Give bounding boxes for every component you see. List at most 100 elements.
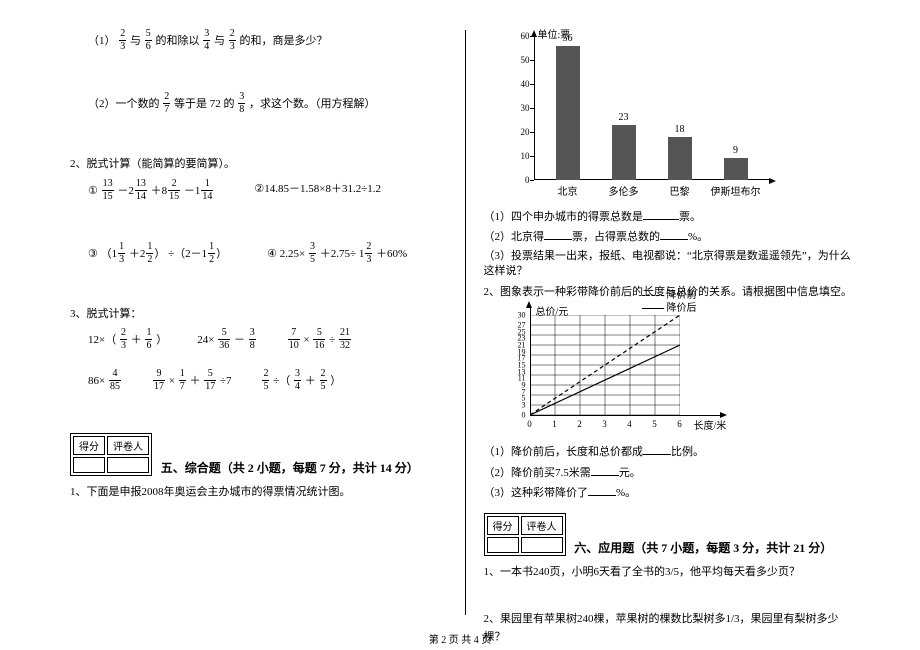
- t: ＋2.75÷: [320, 248, 356, 260]
- section5-header: 得分评卷人 五、综合题（共 2 小题，每题 7 分，共计 14 分）: [70, 433, 447, 476]
- p2-expr4: ④ 2.25× 35 ＋2.75÷ 123 ＋60%: [267, 243, 407, 266]
- score-h1: 得分: [73, 436, 105, 455]
- bc-tick: [530, 108, 534, 109]
- blank[interactable]: [591, 464, 619, 476]
- page-footer: 第 2 页 共 4 页: [0, 631, 920, 646]
- left-column: （1） 23 与 56 的和除以 34 与 23 的和，商是多少？ （2）一个数…: [60, 30, 465, 615]
- q2-3: （3）这种彩带降价了%。: [484, 484, 861, 503]
- t: －: [234, 334, 245, 346]
- bc-category: 巴黎: [654, 183, 706, 198]
- lc-xtick: 2: [577, 419, 582, 429]
- legend-after: 降价后: [667, 303, 697, 314]
- t: （1）降价前后，长度和总价都成: [484, 446, 644, 458]
- lc-ytick: 0: [522, 411, 526, 420]
- t: ×: [303, 334, 309, 346]
- blank[interactable]: [643, 208, 679, 220]
- section6-header: 得分评卷人 六、应用题（共 7 小题，每题 3 分，共计 21 分）: [484, 513, 861, 556]
- blank[interactable]: [660, 228, 688, 240]
- y-axis: [534, 36, 535, 180]
- lc-xlabel: 长度/米: [694, 417, 727, 432]
- t: 2.25×: [280, 248, 305, 260]
- blank[interactable]: [588, 484, 616, 496]
- score-cell[interactable]: [487, 537, 519, 553]
- section5-title: 五、综合题（共 2 小题，每题 7 分，共计 14 分）: [161, 461, 419, 475]
- t: （3）这种彩带降价了: [484, 487, 589, 499]
- p3-row1: 12×（ 23 ＋ 16 ） 24× 536 － 38 710 × 516 ÷ …: [70, 329, 447, 352]
- sec5-q1: 1、下面是申报2008年奥运会主办城市的得票情况统计图。: [70, 484, 447, 502]
- bc-bar: [724, 158, 748, 180]
- legend: 降价前 降价后: [642, 289, 697, 315]
- score-h2: 评卷人: [107, 436, 149, 455]
- p2-expr2: ②14.85－1.58×8＋31.2÷1.2: [254, 180, 381, 203]
- grader-cell[interactable]: [107, 457, 149, 473]
- sec6-q1: 1、一本书240页，小明6天看了全书的3/5，他平均每天看多少页？: [484, 564, 861, 582]
- text: ，求这个数。（用方程解）: [249, 98, 376, 110]
- scorebox: 得分评卷人: [484, 513, 566, 556]
- scorebox: 得分评卷人: [70, 433, 152, 476]
- p3-e2: 24× 536 － 38: [197, 329, 256, 352]
- text: 的和，商是多少？: [240, 35, 328, 47]
- lc-svg: [530, 315, 680, 415]
- fraction: 1314: [135, 179, 147, 202]
- bc-bar: [612, 125, 636, 180]
- blank[interactable]: [643, 443, 671, 455]
- lc-xtick: 5: [652, 419, 657, 429]
- q2-2: （2）降价前买7.5米需元。: [484, 464, 861, 481]
- fraction: 517: [204, 369, 216, 392]
- t: ）: [330, 375, 341, 387]
- fraction: 710: [288, 328, 300, 351]
- bc-bar-value: 23: [612, 112, 636, 123]
- lc-xtick: 3: [602, 419, 607, 429]
- score-cell[interactable]: [73, 457, 105, 473]
- t: 票。: [679, 211, 701, 223]
- bc-ticklabel: 50: [521, 55, 530, 65]
- blank[interactable]: [544, 228, 572, 240]
- q1-2: （2）北京得票，占得票总数的%。: [484, 228, 861, 245]
- text: （2）一个数的: [88, 98, 160, 110]
- q1a: （1） 23 与 56 的和除以 34 与 23 的和，商是多少？: [70, 30, 447, 53]
- lc-xtick: 4: [627, 419, 632, 429]
- bar-chart: 单位:票 0102030405060 56北京23多伦多18巴黎9伊斯坦布尔: [514, 30, 774, 200]
- bc-category: 伊斯坦布尔: [710, 183, 762, 198]
- q2-1: （1）降价前后，长度和总价都成 比例。: [484, 443, 861, 460]
- fraction: 12: [146, 242, 153, 265]
- fraction: 38: [249, 328, 256, 351]
- x-arrow-icon: [769, 178, 776, 184]
- bc-ticklabel: 10: [521, 151, 530, 161]
- text: （1）: [88, 35, 116, 47]
- score-h1: 得分: [487, 516, 519, 535]
- bc-ticklabel: 40: [521, 79, 530, 89]
- bc-tick: [530, 36, 534, 37]
- fraction: 23: [365, 242, 372, 265]
- p3-title: 3、脱式计算：: [70, 306, 447, 324]
- fraction: 12: [208, 242, 215, 265]
- bc-tick: [530, 84, 534, 85]
- fraction-3-8: 38: [238, 92, 245, 115]
- legend-solid-icon: [642, 308, 664, 309]
- fraction: 485: [109, 369, 121, 392]
- circle1: ①: [88, 185, 98, 197]
- t: 比例。: [671, 446, 704, 458]
- lc-xtick: 1: [552, 419, 557, 429]
- line-chart: 降价前 降价后 总价/元 长度/米 0357911131517192123252…: [502, 307, 752, 437]
- t: 24×: [197, 334, 214, 346]
- p2-row2: ③ （113 ＋212） ÷（2－112） ④ 2.25× 35 ＋2.75÷ …: [70, 243, 447, 266]
- t: 12×（: [88, 334, 116, 346]
- bc-tick: [530, 60, 534, 61]
- t: 票，占得票总数的: [572, 231, 660, 243]
- fraction-5-6: 56: [145, 29, 152, 52]
- t: ＋: [131, 334, 142, 346]
- grader-cell[interactable]: [521, 537, 563, 553]
- t: ＋: [305, 375, 316, 387]
- fraction: 17: [179, 369, 186, 392]
- bc-bar-value: 9: [724, 145, 748, 156]
- bc-tick: [530, 132, 534, 133]
- bc-ticklabel: 30: [521, 103, 530, 113]
- t: ＋60%: [376, 248, 407, 260]
- text: 与: [214, 35, 225, 47]
- t: %。: [688, 231, 708, 243]
- t: ＋: [189, 375, 200, 387]
- text: 与: [130, 35, 141, 47]
- q1-1: （1）四个申办城市的得票总数是票。: [484, 208, 861, 225]
- bc-tick: [530, 180, 534, 181]
